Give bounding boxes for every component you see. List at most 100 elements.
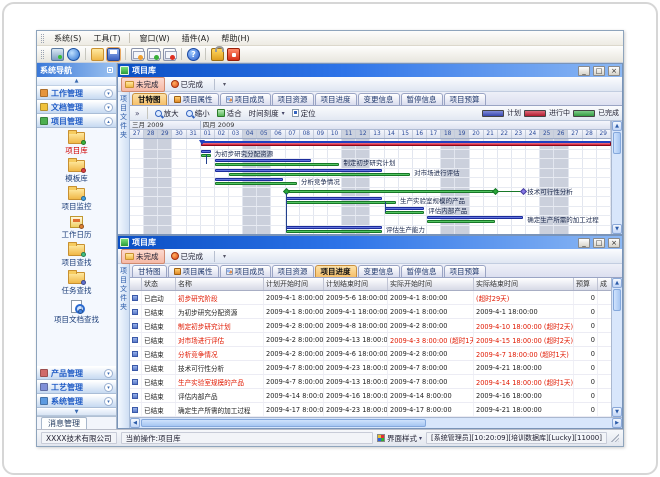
gantt-bar-actual[interactable] (286, 230, 382, 233)
tab-resources[interactable]: 项目资源 (272, 265, 314, 277)
tab-members[interactable]: 项目成员 (220, 93, 271, 105)
tab-pause[interactable]: 暂停信息 (401, 265, 443, 277)
scrollbar-thumb[interactable] (141, 419, 426, 427)
sidebar-collapse-button[interactable] (37, 77, 116, 86)
scroll-up-button[interactable] (612, 278, 622, 288)
sidebar-group-system-management[interactable]: 系统管理▾ (37, 394, 116, 408)
gantt-bar-plan[interactable] (286, 226, 382, 229)
gantt-bar-actual[interactable] (286, 201, 396, 204)
scroll-left-button[interactable] (130, 418, 140, 428)
gantt-bar-actual[interactable] (215, 182, 297, 185)
window-titlebar[interactable]: 项目库_□× (118, 64, 622, 77)
pin-icon[interactable] (107, 67, 113, 73)
sidebar-more-button[interactable] (37, 408, 116, 416)
sidebar-group-product-management[interactable]: 产品管理▾ (37, 366, 116, 380)
column-header[interactable]: 状态 (142, 278, 176, 290)
menu-item[interactable]: 系统(S) (48, 32, 87, 45)
chevron-down-icon[interactable]: ▾ (104, 369, 113, 378)
scroll-up-button[interactable] (612, 121, 622, 131)
sidebar-item-template-library[interactable]: 模板库 (37, 159, 116, 185)
filter-unfinished-button[interactable]: 未完成 (121, 249, 165, 264)
resize-grip[interactable] (611, 434, 619, 442)
tab-gantt[interactable]: 甘特图 (132, 93, 167, 105)
mail-delete-icon[interactable] (163, 48, 176, 61)
column-header[interactable]: 实际结束时间 (474, 278, 574, 290)
column-header[interactable]: 计划开始时间 (264, 278, 324, 290)
gantt-bar-actual[interactable] (385, 211, 425, 214)
sidebar-item-project-library[interactable]: 项目库 (37, 131, 116, 157)
menu-item[interactable]: 窗口(W) (133, 32, 175, 45)
ui-style-button[interactable]: 界面样式 (377, 433, 422, 444)
tab-progress[interactable]: 项目进度 (315, 265, 357, 277)
vertical-scrollbar[interactable] (611, 278, 622, 417)
sidebar-group-document-management[interactable]: 文档管理▾ (37, 100, 116, 114)
toolbar-drag-grip[interactable] (41, 50, 44, 59)
sidebar-item-project-search[interactable]: 项目查找 (37, 243, 116, 269)
table-row[interactable]: 已结束评估内部产品2009-4-14 8:00:002009-4-16 18:0… (130, 389, 611, 403)
project-folder-side-tab[interactable]: 项目文件夹 (118, 92, 130, 234)
chevron-down-icon[interactable]: ▾ (104, 383, 113, 392)
chevron-down-icon[interactable]: ▾ (104, 103, 113, 112)
filter-more-button[interactable]: ▾ (220, 253, 229, 260)
gantt-bar-actual[interactable] (427, 220, 495, 223)
maximize-button[interactable]: □ (593, 238, 605, 248)
scrollbar-thumb[interactable] (613, 289, 621, 311)
gantt-bar-plan[interactable] (385, 207, 425, 210)
menu-item[interactable]: 工具(T) (87, 32, 126, 45)
table-row[interactable]: 已结束技术可行性分析2009-4-7 8:00:002009-4-23 18:0… (130, 361, 611, 375)
table-row[interactable]: 已启动初步研究阶段2009-4-1 8:00:002009-5-6 18:00:… (130, 291, 611, 305)
column-header[interactable]: 计划结束时间 (324, 278, 388, 290)
tab-changes[interactable]: 变更信息 (358, 93, 400, 105)
column-header[interactable]: 预算 (574, 278, 598, 290)
zoom-in-button[interactable]: 放大 (153, 108, 181, 119)
vertical-scrollbar[interactable] (611, 121, 622, 234)
tab-changes[interactable]: 变更信息 (358, 265, 400, 277)
lock-icon[interactable] (211, 48, 224, 61)
menu-drag-grip[interactable] (41, 34, 44, 43)
table-row[interactable]: 已结束确定生产所需的加工过程2009-4-17 8:00:002009-4-23… (130, 403, 611, 417)
sidebar-group-process-management[interactable]: 工艺管理▾ (37, 380, 116, 394)
table-row[interactable]: 已结束生产实验室规模的产品2009-4-7 8:00:002009-4-13 1… (130, 375, 611, 389)
minimize-button[interactable]: _ (578, 238, 590, 248)
close-button[interactable]: × (608, 66, 620, 76)
exit-icon[interactable] (227, 48, 240, 61)
fit-button[interactable]: 适合 (215, 108, 244, 119)
table-row[interactable]: 已结束分析竞争情况2009-4-2 8:00:002009-4-6 18:00:… (130, 347, 611, 361)
scroll-down-button[interactable] (612, 407, 622, 417)
tab-progress[interactable]: 项目进度 (315, 93, 357, 105)
filter-finished-button[interactable]: 已完成 (167, 249, 210, 264)
toolbar-overflow-button[interactable]: » (133, 109, 142, 118)
tab-attributes[interactable]: 项目属性 (168, 93, 219, 105)
mail-new-icon[interactable] (131, 48, 144, 61)
tab-budget[interactable]: 项目预算 (444, 93, 486, 105)
sidebar-group-project-management[interactable]: 项目管理▴ (37, 114, 116, 128)
menu-item[interactable]: 插件(A) (176, 32, 216, 45)
sidebar-item-project-doc-search[interactable]: 项目文档查找 (37, 299, 116, 326)
gantt-bar-plan[interactable] (201, 150, 211, 153)
maximize-button[interactable]: □ (593, 66, 605, 76)
column-header[interactable] (130, 278, 142, 290)
column-header[interactable]: 成 (598, 278, 611, 290)
save-icon[interactable] (107, 48, 120, 61)
time-scale-button[interactable]: 时间刻度 (247, 108, 287, 119)
filter-more-button[interactable]: ▾ (220, 81, 229, 88)
column-header[interactable]: 实际开始时间 (388, 278, 474, 290)
project-folder-side-tab[interactable]: 项目文件夹 (118, 264, 130, 428)
window-titlebar[interactable]: 项目库_□× (118, 236, 622, 249)
filter-unfinished-button[interactable]: 未完成 (121, 77, 165, 92)
tab-budget[interactable]: 项目预算 (444, 265, 486, 277)
tab-resources[interactable]: 项目资源 (272, 93, 314, 105)
gantt-bar-plan[interactable] (215, 178, 283, 181)
chevron-down-icon[interactable]: ▾ (104, 397, 113, 406)
tab-attributes[interactable]: 项目属性 (168, 265, 219, 277)
internet-icon[interactable] (67, 48, 80, 61)
message-management-tab[interactable]: 消息管理 (41, 417, 87, 429)
table-row[interactable]: 已结束制定初步研究计划2009-4-2 8:00:002009-4-8 18:0… (130, 319, 611, 333)
tab-pause[interactable]: 暂停信息 (401, 93, 443, 105)
gantt-bar-actual[interactable] (229, 173, 410, 176)
sidebar-item-work-calendar[interactable]: 工作日历 (37, 215, 116, 241)
help-icon[interactable] (187, 48, 200, 61)
chevron-down-icon[interactable]: ▾ (104, 89, 113, 98)
open-folder-icon[interactable] (91, 48, 104, 61)
tab-gantt[interactable]: 甘特图 (132, 265, 167, 277)
